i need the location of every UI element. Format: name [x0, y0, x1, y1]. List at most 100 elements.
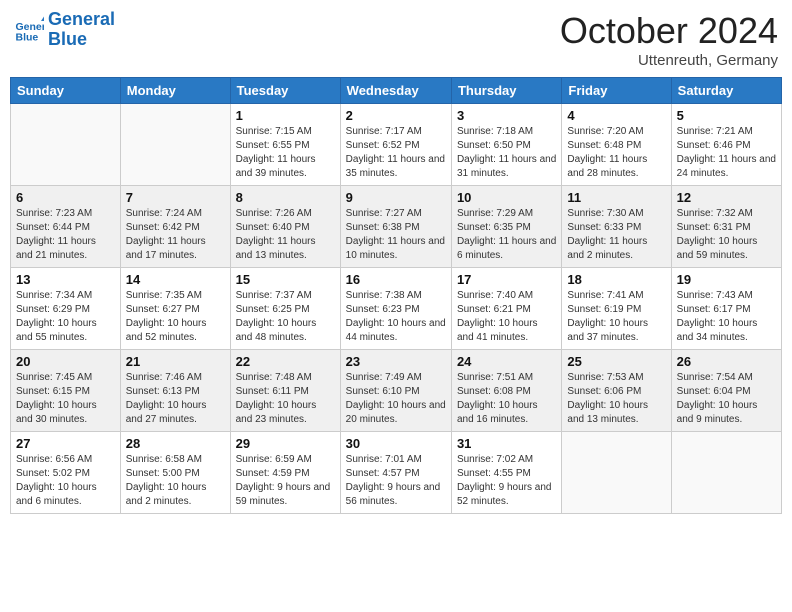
day-number: 5: [677, 108, 776, 123]
logo-line1: General: [48, 10, 115, 30]
day-info: Sunrise: 7:49 AM Sunset: 6:10 PM Dayligh…: [346, 371, 446, 427]
day-info: Sunrise: 7:02 AM Sunset: 4:55 PM Dayligh…: [457, 453, 556, 509]
calendar-cell: 29Sunrise: 6:59 AM Sunset: 4:59 PM Dayli…: [230, 432, 340, 514]
day-number: 25: [567, 354, 665, 369]
day-info: Sunrise: 7:54 AM Sunset: 6:04 PM Dayligh…: [677, 371, 776, 427]
day-info: Sunrise: 6:56 AM Sunset: 5:02 PM Dayligh…: [16, 453, 115, 509]
calendar-cell: 19Sunrise: 7:43 AM Sunset: 6:17 PM Dayli…: [671, 268, 781, 350]
logo-icon: General Blue: [14, 15, 44, 45]
calendar-cell: [120, 104, 230, 186]
day-number: 6: [16, 190, 115, 205]
weekday-header-friday: Friday: [562, 78, 671, 104]
day-info: Sunrise: 7:20 AM Sunset: 6:48 PM Dayligh…: [567, 125, 665, 181]
day-info: Sunrise: 7:32 AM Sunset: 6:31 PM Dayligh…: [677, 207, 776, 263]
day-number: 9: [346, 190, 446, 205]
day-info: Sunrise: 7:35 AM Sunset: 6:27 PM Dayligh…: [126, 289, 225, 345]
day-number: 4: [567, 108, 665, 123]
calendar-week-3: 13Sunrise: 7:34 AM Sunset: 6:29 PM Dayli…: [11, 268, 782, 350]
day-number: 7: [126, 190, 225, 205]
calendar-cell: 2 Sunrise: 7:17 AM Sunset: 6:52 PM Daylig…: [340, 104, 451, 186]
calendar-cell: 22 Sunrise: 7:48 AM Sunset: 6:11 PM Dayli…: [230, 350, 340, 432]
calendar-cell: 7Sunrise: 7:24 AM Sunset: 6:42 PM Daylig…: [120, 186, 230, 268]
calendar-week-5: 27 Sunrise: 6:56 AM Sunset: 5:02 PM Dayli…: [11, 432, 782, 514]
weekday-header-row: SundayMondayTuesdayWednesdayThursdayFrid…: [11, 78, 782, 104]
calendar-cell: 17 Sunrise: 7:40 AM Sunset: 6:21 PM Dayli…: [451, 268, 561, 350]
day-number: 2: [346, 108, 446, 123]
day-number: 16: [346, 272, 446, 287]
day-info: Sunrise: 7:17 AM Sunset: 6:52 PM Dayligh…: [346, 125, 446, 181]
day-info: Sunrise: 7:21 AM Sunset: 6:46 PM Dayligh…: [677, 125, 776, 181]
day-info: Sunrise: 7:29 AM Sunset: 6:35 PM Dayligh…: [457, 207, 556, 263]
day-info: Sunrise: 7:30 AM Sunset: 6:33 PM Dayligh…: [567, 207, 665, 263]
calendar-cell: 9 Sunrise: 7:27 AM Sunset: 6:38 PM Daylig…: [340, 186, 451, 268]
calendar-cell: 30 Sunrise: 7:01 AM Sunset: 4:57 PM Dayli…: [340, 432, 451, 514]
logo-text: General Blue: [48, 10, 115, 50]
day-number: 10: [457, 190, 556, 205]
day-number: 26: [677, 354, 776, 369]
logo-line2: Blue: [48, 30, 115, 50]
day-info: Sunrise: 7:40 AM Sunset: 6:21 PM Dayligh…: [457, 289, 556, 345]
day-number: 8: [236, 190, 335, 205]
calendar-table: SundayMondayTuesdayWednesdayThursdayFrid…: [10, 77, 782, 514]
calendar-week-1: 1 Sunrise: 7:15 AM Sunset: 6:55 PM Daylig…: [11, 104, 782, 186]
calendar-cell: 16 Sunrise: 7:38 AM Sunset: 6:23 PM Dayli…: [340, 268, 451, 350]
weekday-header-wednesday: Wednesday: [340, 78, 451, 104]
day-number: 21: [126, 354, 225, 369]
day-number: 11: [567, 190, 665, 205]
day-number: 15: [236, 272, 335, 287]
day-info: Sunrise: 7:26 AM Sunset: 6:40 PM Dayligh…: [236, 207, 335, 263]
day-info: Sunrise: 7:01 AM Sunset: 4:57 PM Dayligh…: [346, 453, 446, 509]
day-number: 30: [346, 436, 446, 451]
calendar-cell: 31 Sunrise: 7:02 AM Sunset: 4:55 PM Dayli…: [451, 432, 561, 514]
calendar-cell: 14Sunrise: 7:35 AM Sunset: 6:27 PM Dayli…: [120, 268, 230, 350]
calendar-cell: 6Sunrise: 7:23 AM Sunset: 6:44 PM Daylig…: [11, 186, 121, 268]
day-info: Sunrise: 7:38 AM Sunset: 6:23 PM Dayligh…: [346, 289, 446, 345]
day-info: Sunrise: 6:58 AM Sunset: 5:00 PM Dayligh…: [126, 453, 225, 509]
calendar-cell: 1 Sunrise: 7:15 AM Sunset: 6:55 PM Daylig…: [230, 104, 340, 186]
calendar-cell: 12Sunrise: 7:32 AM Sunset: 6:31 PM Dayli…: [671, 186, 781, 268]
logo: General Blue General Blue: [14, 10, 115, 50]
day-info: Sunrise: 7:53 AM Sunset: 6:06 PM Dayligh…: [567, 371, 665, 427]
day-info: Sunrise: 7:37 AM Sunset: 6:25 PM Dayligh…: [236, 289, 335, 345]
weekday-header-tuesday: Tuesday: [230, 78, 340, 104]
calendar-cell: 5 Sunrise: 7:21 AM Sunset: 6:46 PM Daylig…: [671, 104, 781, 186]
day-number: 27: [16, 436, 115, 451]
day-number: 18: [567, 272, 665, 287]
calendar-cell: 26 Sunrise: 7:54 AM Sunset: 6:04 PM Dayli…: [671, 350, 781, 432]
calendar-cell: 20Sunrise: 7:45 AM Sunset: 6:15 PM Dayli…: [11, 350, 121, 432]
day-number: 23: [346, 354, 446, 369]
day-number: 24: [457, 354, 556, 369]
calendar-cell: 24Sunrise: 7:51 AM Sunset: 6:08 PM Dayli…: [451, 350, 561, 432]
calendar-cell: 11 Sunrise: 7:30 AM Sunset: 6:33 PM Dayli…: [562, 186, 671, 268]
calendar-cell: [11, 104, 121, 186]
day-number: 29: [236, 436, 335, 451]
calendar-cell: [562, 432, 671, 514]
day-number: 17: [457, 272, 556, 287]
day-number: 31: [457, 436, 556, 451]
day-info: Sunrise: 7:27 AM Sunset: 6:38 PM Dayligh…: [346, 207, 446, 263]
day-number: 3: [457, 108, 556, 123]
calendar-cell: 13Sunrise: 7:34 AM Sunset: 6:29 PM Dayli…: [11, 268, 121, 350]
calendar-cell: 4 Sunrise: 7:20 AM Sunset: 6:48 PM Daylig…: [562, 104, 671, 186]
calendar-week-2: 6Sunrise: 7:23 AM Sunset: 6:44 PM Daylig…: [11, 186, 782, 268]
calendar-cell: 8 Sunrise: 7:26 AM Sunset: 6:40 PM Daylig…: [230, 186, 340, 268]
day-number: 1: [236, 108, 335, 123]
day-info: Sunrise: 7:41 AM Sunset: 6:19 PM Dayligh…: [567, 289, 665, 345]
month-title: October 2024: [560, 10, 778, 52]
day-number: 28: [126, 436, 225, 451]
day-info: Sunrise: 7:15 AM Sunset: 6:55 PM Dayligh…: [236, 125, 335, 181]
calendar-cell: 23 Sunrise: 7:49 AM Sunset: 6:10 PM Dayli…: [340, 350, 451, 432]
calendar-week-4: 20Sunrise: 7:45 AM Sunset: 6:15 PM Dayli…: [11, 350, 782, 432]
weekday-header-sunday: Sunday: [11, 78, 121, 104]
weekday-header-saturday: Saturday: [671, 78, 781, 104]
location: Uttenreuth, Germany: [560, 52, 778, 69]
calendar-cell: 18 Sunrise: 7:41 AM Sunset: 6:19 PM Dayli…: [562, 268, 671, 350]
day-number: 22: [236, 354, 335, 369]
day-info: Sunrise: 7:34 AM Sunset: 6:29 PM Dayligh…: [16, 289, 115, 345]
calendar-cell: 21Sunrise: 7:46 AM Sunset: 6:13 PM Dayli…: [120, 350, 230, 432]
day-info: Sunrise: 7:48 AM Sunset: 6:11 PM Dayligh…: [236, 371, 335, 427]
calendar-cell: [671, 432, 781, 514]
calendar-cell: 10 Sunrise: 7:29 AM Sunset: 6:35 PM Dayli…: [451, 186, 561, 268]
weekday-header-thursday: Thursday: [451, 78, 561, 104]
day-info: Sunrise: 7:18 AM Sunset: 6:50 PM Dayligh…: [457, 125, 556, 181]
